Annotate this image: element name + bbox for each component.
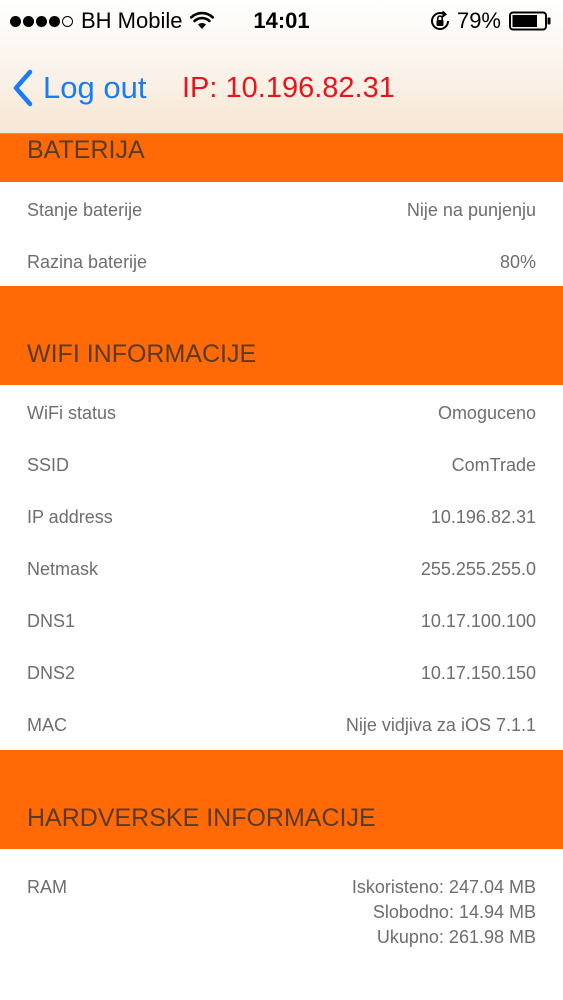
row-label: DNS2 xyxy=(27,663,76,683)
list-item-dns2: DNS2 10.17.150.150 xyxy=(0,663,563,715)
list-item-ip-address: IP address 10.196.82.31 xyxy=(0,507,563,559)
content-scroll-area[interactable]: BATERIJA Stanje baterije Nije na punjenj… xyxy=(0,0,563,1000)
row-value: 10.17.100.100 xyxy=(420,611,536,631)
battery-icon xyxy=(509,11,551,31)
row-value: Nije na punjenju xyxy=(406,200,536,220)
section-title-wifi: WIFI INFORMACIJE xyxy=(27,340,257,368)
logout-back-button[interactable]: Log out xyxy=(12,69,146,107)
section-title-battery: BATERIJA xyxy=(27,136,145,164)
ram-free: Slobodno: 14.94 MB xyxy=(372,902,536,922)
section-header-wifi: WIFI INFORMACIJE xyxy=(0,286,563,385)
row-label: IP address xyxy=(27,507,113,527)
row-label: WiFi status xyxy=(27,403,117,423)
logout-label[interactable]: Log out xyxy=(43,70,146,106)
row-label: Netmask xyxy=(27,559,99,579)
row-value: Nije vidjiva za iOS 7.1.1 xyxy=(345,715,536,735)
chevron-left-icon xyxy=(13,69,33,107)
row-value: 10.17.150.150 xyxy=(420,663,536,683)
list-item-ram: RAM Iskoristeno: 247.04 MB Slobodno: 14.… xyxy=(0,875,563,955)
navigation-bar: Log out IP: 10.196.82.31 xyxy=(0,55,563,125)
status-bar: BH Mobile 14:01 79% xyxy=(0,0,563,42)
status-right: 79% xyxy=(429,8,551,34)
ram-used: Iskoristeno: 247.04 MB xyxy=(351,877,536,897)
list-item-battery-state: Stanje baterije Nije na punjenju xyxy=(0,200,563,252)
battery-percent: 79% xyxy=(456,8,501,33)
list-item-netmask: Netmask 255.255.255.0 xyxy=(0,559,563,611)
row-value: ComTrade xyxy=(451,455,536,475)
ip-title: IP: 10.196.82.31 xyxy=(182,72,395,104)
row-value: Omoguceno xyxy=(437,403,536,423)
orientation-lock-icon xyxy=(430,10,449,30)
ram-values: Iskoristeno: 247.04 MB Slobodno: 14.94 M… xyxy=(352,875,536,950)
row-label: MAC xyxy=(27,715,67,735)
row-label: Razina baterije xyxy=(27,252,148,272)
header: BH Mobile 14:01 79% Log out IP: 10.196.8… xyxy=(0,0,563,134)
ram-total: Ukupno: 261.98 MB xyxy=(376,927,536,947)
list-item-dns1: DNS1 10.17.100.100 xyxy=(0,611,563,663)
row-value: 80% xyxy=(499,252,536,272)
row-label: DNS1 xyxy=(27,611,76,631)
row-label: Stanje baterije xyxy=(27,200,143,220)
row-value: 255.255.255.0 xyxy=(420,559,536,579)
section-header-hardware: HARDVERSKE INFORMACIJE xyxy=(0,750,563,849)
section-title-hardware: HARDVERSKE INFORMACIJE xyxy=(27,804,376,832)
list-item-wifi-status: WiFi status Omoguceno xyxy=(0,403,563,455)
row-value: 10.196.82.31 xyxy=(430,507,536,527)
row-label: SSID xyxy=(27,455,70,475)
list-item-ssid: SSID ComTrade xyxy=(0,455,563,507)
row-label: RAM xyxy=(27,877,67,897)
